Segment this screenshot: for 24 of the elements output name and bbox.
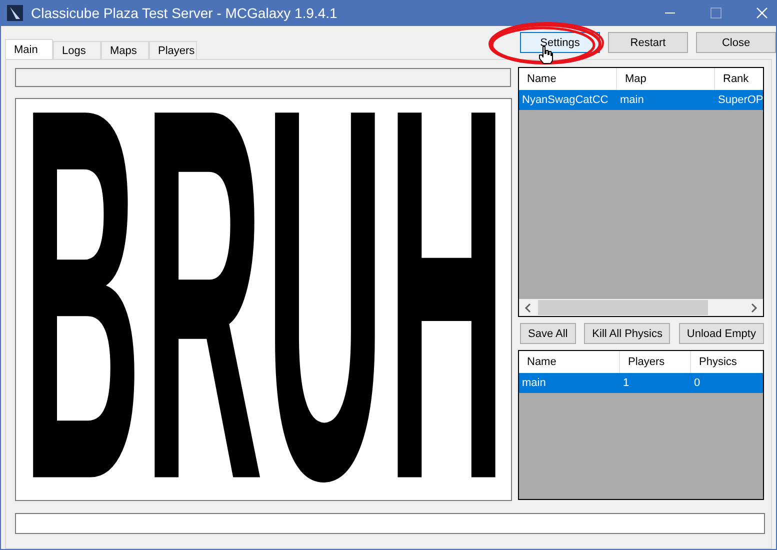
table-row[interactable]: NyanSwagCatCC main SuperOP [519,90,763,110]
map-button[interactable]: Kill All Physics [584,323,670,344]
tab[interactable]: Players [149,41,197,59]
tab[interactable]: Main [5,39,53,59]
window-title: Classicube Plaza Test Server - MCGalaxy 1.9.4.1 [31,5,338,21]
table-cell-text: main [619,94,645,106]
tab[interactable]: Maps [101,41,149,59]
close-icon[interactable] [756,7,768,19]
table-cell-text: main [521,377,547,389]
window-button[interactable]: Restart [608,32,688,53]
map-button[interactable]: Save All [520,323,576,344]
tab[interactable]: Logs [53,41,101,59]
input-field[interactable] [15,68,511,87]
table-cell-text: 0 [693,377,702,389]
bruh-image: BRUH [22,101,508,494]
table-cell-text: 1 [622,377,630,389]
table-cell-text: NyanSwagCatCC [521,94,610,106]
horizontal-scrollbar[interactable] [519,299,763,316]
table-row[interactable]: main 1 0 [519,373,763,393]
table-cell-text: SuperOP [717,94,763,106]
command-field[interactable] [15,513,765,534]
window-button[interactable]: Close [696,32,776,53]
app-icon [7,5,23,21]
map-button[interactable]: Unload Empty [678,323,764,344]
